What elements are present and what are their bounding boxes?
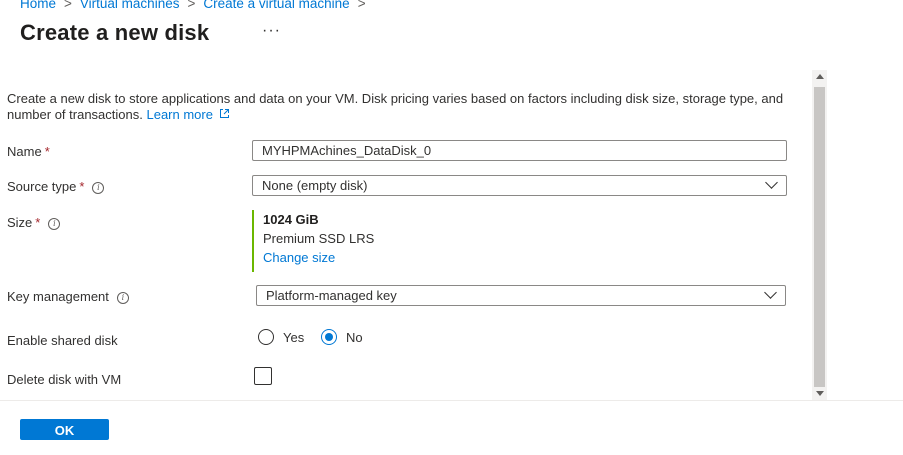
info-icon[interactable]: i xyxy=(116,292,129,304)
shared-disk-no-radio[interactable]: No xyxy=(321,329,363,345)
disk-size-value: 1024 GiB xyxy=(263,212,319,227)
breadcrumb-separator: > xyxy=(64,0,72,11)
page-title: Create a new disk xyxy=(20,20,210,45)
key-management-value: Platform-managed key xyxy=(266,288,397,303)
breadcrumb-separator: > xyxy=(187,0,196,11)
name-input[interactable]: MYHPMAchines_DataDisk_0 xyxy=(252,140,787,161)
scroll-down-icon[interactable] xyxy=(816,391,824,396)
required-marker: * xyxy=(44,144,50,159)
delete-with-vm-checkbox[interactable] xyxy=(254,367,272,385)
breadcrumb-create-vm[interactable]: Create a virtual machine xyxy=(203,0,349,11)
description-text: Create a new disk to store applications … xyxy=(7,91,784,122)
info-icon[interactable]: i xyxy=(92,182,105,194)
radio-unselected-icon xyxy=(258,329,274,345)
change-size-link[interactable]: Change size xyxy=(263,248,374,267)
description: Create a new disk to store applications … xyxy=(7,91,797,123)
info-icon[interactable]: i xyxy=(48,218,61,230)
breadcrumb-home[interactable]: Home xyxy=(20,0,56,11)
source-type-select[interactable]: None (empty disk) xyxy=(252,175,787,196)
more-options-button[interactable]: ··· xyxy=(262,22,281,40)
shared-disk-yes-radio[interactable]: Yes xyxy=(258,329,304,345)
size-summary: 1024 GiB Premium SSD LRS Change size xyxy=(252,210,374,272)
radio-selected-icon xyxy=(321,329,337,345)
breadcrumb: Home > Virtual machines > Create a virtual m… xyxy=(20,0,374,11)
size-label: Size * i xyxy=(7,215,61,230)
scrollbar[interactable] xyxy=(812,70,827,400)
disk-sku-value: Premium SSD LRS xyxy=(263,231,375,246)
external-link-icon xyxy=(219,109,229,118)
learn-more-link[interactable]: Learn more xyxy=(146,107,229,122)
key-management-label: Key management i xyxy=(7,289,129,304)
source-type-value: None (empty disk) xyxy=(262,178,368,193)
key-management-label-text: Key management xyxy=(7,289,109,304)
name-label-text: Name xyxy=(7,144,42,159)
scroll-up-icon[interactable] xyxy=(816,74,824,79)
source-type-label: Source type * i xyxy=(7,179,105,194)
size-label-text: Size xyxy=(7,215,33,230)
chevron-down-icon xyxy=(764,286,777,299)
radio-no-label: No xyxy=(346,329,363,345)
required-marker: * xyxy=(35,215,41,230)
ok-button[interactable]: OK xyxy=(20,419,109,440)
breadcrumb-separator: > xyxy=(357,0,366,11)
required-marker: * xyxy=(79,179,85,194)
footer-divider xyxy=(0,400,903,401)
key-management-select[interactable]: Platform-managed key xyxy=(256,285,786,306)
source-type-label-text: Source type xyxy=(7,179,77,194)
breadcrumb-virtual-machines[interactable]: Virtual machines xyxy=(80,0,180,11)
delete-with-vm-label: Delete disk with VM xyxy=(7,372,122,387)
radio-yes-label: Yes xyxy=(283,329,305,345)
shared-disk-label: Enable shared disk xyxy=(7,333,118,348)
name-label: Name * xyxy=(7,144,50,159)
learn-more-label: Learn more xyxy=(146,107,213,122)
chevron-down-icon xyxy=(765,176,778,189)
scroll-thumb[interactable] xyxy=(814,87,825,387)
